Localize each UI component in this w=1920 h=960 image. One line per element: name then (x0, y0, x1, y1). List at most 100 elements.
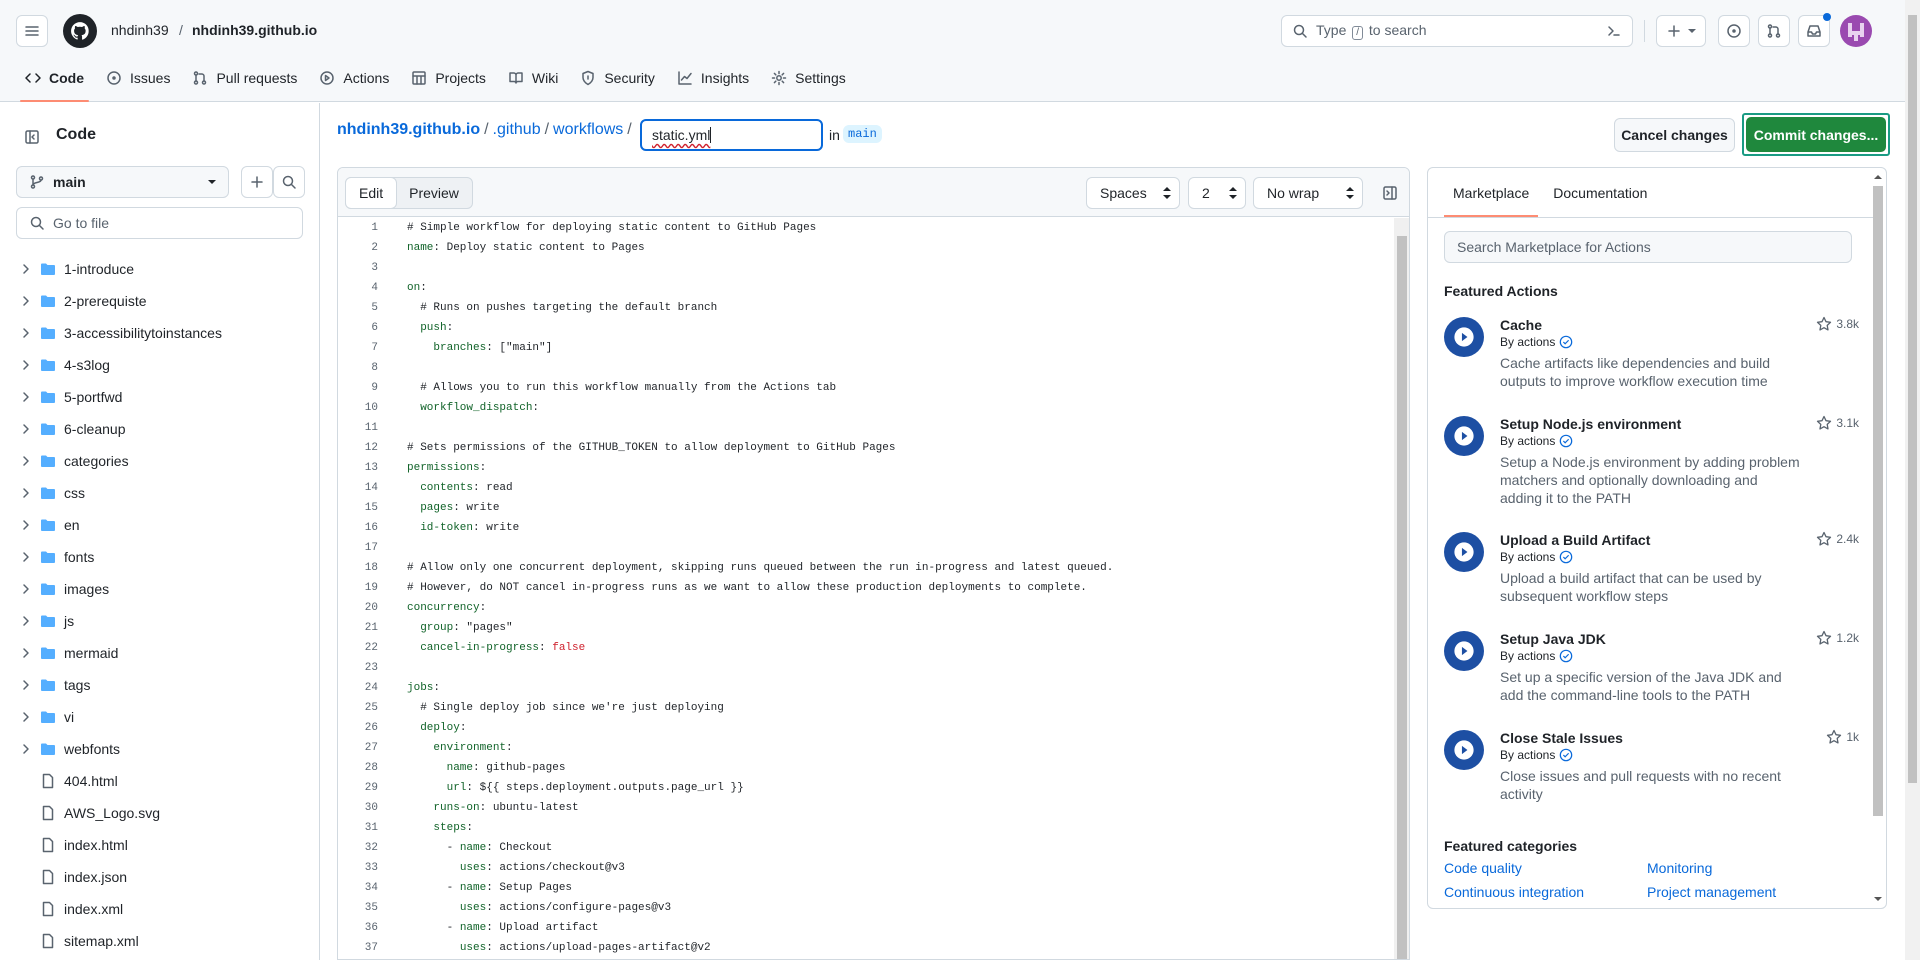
github-logo[interactable] (63, 14, 97, 48)
preview-tab[interactable]: Preview (396, 178, 472, 208)
cancel-changes-button[interactable]: Cancel changes (1614, 118, 1735, 152)
global-search[interactable]: Type / to search (1281, 15, 1633, 47)
tree-folder[interactable]: tags (0, 669, 320, 701)
branch-selector[interactable]: main (16, 166, 229, 198)
panel-scroll-thumb[interactable] (1873, 186, 1883, 816)
chevron-right-icon[interactable] (18, 421, 34, 437)
tree-folder[interactable]: 4-s3log (0, 349, 320, 381)
chevron-right-icon[interactable] (18, 645, 34, 661)
tree-folder[interactable]: mermaid (0, 637, 320, 669)
tree-file[interactable]: AWS_Logo.svg (0, 797, 320, 829)
action-name[interactable]: Close Stale Issues (1500, 730, 1623, 746)
line-number: 5 (371, 302, 378, 314)
tree-folder[interactable]: images (0, 573, 320, 605)
category-link[interactable]: Project management (1647, 884, 1776, 900)
tree-file[interactable]: 404.html (0, 765, 320, 797)
tab-actions[interactable]: Actions (308, 62, 400, 94)
breadcrumb-github-link[interactable]: .github (493, 121, 541, 139)
editor-scroll-thumb[interactable] (1397, 236, 1407, 959)
chevron-right-icon[interactable] (18, 389, 34, 405)
avatar[interactable] (1840, 15, 1872, 47)
tree-file[interactable]: index.html (0, 829, 320, 861)
scroll-up-icon[interactable] (1874, 174, 1882, 180)
chevron-right-icon[interactable] (18, 613, 34, 629)
issues-button[interactable] (1718, 15, 1750, 47)
tree-folder[interactable]: categories (0, 445, 320, 477)
chevron-right-icon[interactable] (18, 581, 34, 597)
toggle-panel-button[interactable] (1374, 177, 1406, 209)
tab-insights[interactable]: Insights (666, 62, 760, 94)
wrap-mode-select[interactable]: No wrap (1253, 177, 1363, 209)
chevron-right-icon[interactable] (18, 517, 34, 533)
action-name[interactable]: Setup Node.js environment (1500, 416, 1681, 432)
marketplace-search-placeholder: Search Marketplace for Actions (1457, 239, 1651, 255)
edit-tab[interactable]: Edit (345, 177, 398, 209)
filename-input[interactable]: static.yml (640, 119, 823, 151)
tree-file[interactable]: sitemap.xml (0, 925, 320, 957)
tab-settings[interactable]: Settings (760, 62, 857, 94)
chevron-right-icon[interactable] (18, 741, 34, 757)
command-palette-icon[interactable] (1606, 23, 1622, 39)
chevron-right-icon[interactable] (18, 261, 34, 277)
tree-folder[interactable]: vi (0, 701, 320, 733)
chevron-right-icon[interactable] (18, 709, 34, 725)
indent-mode-select[interactable]: Spaces (1086, 177, 1180, 209)
breadcrumb-repo-link[interactable]: nhdinh39.github.io (337, 121, 480, 139)
tree-folder[interactable]: 6-cleanup (0, 413, 320, 445)
tree-file[interactable]: index.xml (0, 893, 320, 925)
tree-folder[interactable]: webfonts (0, 733, 320, 765)
chevron-right-icon[interactable] (18, 549, 34, 565)
editor-scrollbar[interactable] (1394, 218, 1409, 959)
tree-folder[interactable]: fonts (0, 541, 320, 573)
menu-button[interactable] (16, 15, 48, 47)
chevron-right-icon[interactable] (18, 357, 34, 373)
tree-folder[interactable]: 2-prerequiste (0, 285, 320, 317)
tree-file[interactable]: index.json (0, 861, 320, 893)
marketplace-search-input[interactable]: Search Marketplace for Actions (1444, 231, 1852, 263)
tree-folder[interactable]: en (0, 509, 320, 541)
tree-folder[interactable]: js (0, 605, 320, 637)
pull-requests-button[interactable] (1758, 15, 1790, 47)
code-lines[interactable]: 1 # Simple workflow for deploying static … (338, 218, 1394, 959)
tab-projects[interactable]: Projects (400, 62, 497, 94)
category-link[interactable]: Monitoring (1647, 860, 1712, 876)
action-name[interactable]: Upload a Build Artifact (1500, 532, 1650, 548)
category-link[interactable]: Code quality (1444, 860, 1522, 876)
tab-security[interactable]: Security (569, 62, 666, 94)
chevron-right-icon[interactable] (18, 485, 34, 501)
repo-name-link[interactable]: nhdinh39.github.io (192, 22, 317, 38)
tab-code[interactable]: Code (14, 62, 95, 102)
tab-wiki[interactable]: Wiki (497, 62, 569, 94)
chevron-right-icon[interactable] (18, 293, 34, 309)
line-number: 9 (371, 382, 378, 394)
action-name[interactable]: Cache (1500, 317, 1542, 333)
repo-owner-link[interactable]: nhdinh39 (111, 22, 169, 38)
go-to-file-input[interactable]: Go to file (16, 207, 303, 239)
chevron-right-icon[interactable] (18, 677, 34, 693)
code-line: 5 # Runs on pushes targeting the default… (338, 298, 1394, 318)
chevron-right-icon[interactable] (18, 325, 34, 341)
tab-documentation[interactable]: Documentation (1544, 168, 1656, 217)
panel-scrollbar[interactable] (1871, 170, 1885, 906)
category-link[interactable]: Continuous integration (1444, 884, 1584, 900)
tree-folder[interactable]: 5-portfwd (0, 381, 320, 413)
search-files-button[interactable] (273, 166, 305, 198)
commit-changes-button[interactable]: Commit changes... (1746, 117, 1886, 152)
indent-size-select[interactable]: 2 (1188, 177, 1246, 209)
tree-folder[interactable]: css (0, 477, 320, 509)
page-scroll-thumb[interactable] (1908, 15, 1917, 783)
scroll-down-icon[interactable] (1874, 896, 1882, 902)
tree-folder[interactable]: 1-introduce (0, 253, 320, 285)
tab-pull-requests[interactable]: Pull requests (181, 62, 308, 94)
add-file-button[interactable] (241, 166, 273, 198)
page-scrollbar[interactable] (1905, 0, 1920, 960)
line-number: 24 (364, 682, 378, 694)
create-new-button[interactable] (1656, 15, 1706, 47)
tab-marketplace[interactable]: Marketplace (1444, 168, 1539, 217)
tab-issues[interactable]: Issues (95, 62, 181, 94)
collapse-sidebar-button[interactable] (16, 121, 48, 153)
breadcrumb-workflows-link[interactable]: workflows (553, 121, 623, 139)
chevron-right-icon[interactable] (18, 453, 34, 469)
tree-folder[interactable]: 3-accessibilitytoinstances (0, 317, 320, 349)
action-name[interactable]: Setup Java JDK (1500, 631, 1606, 647)
